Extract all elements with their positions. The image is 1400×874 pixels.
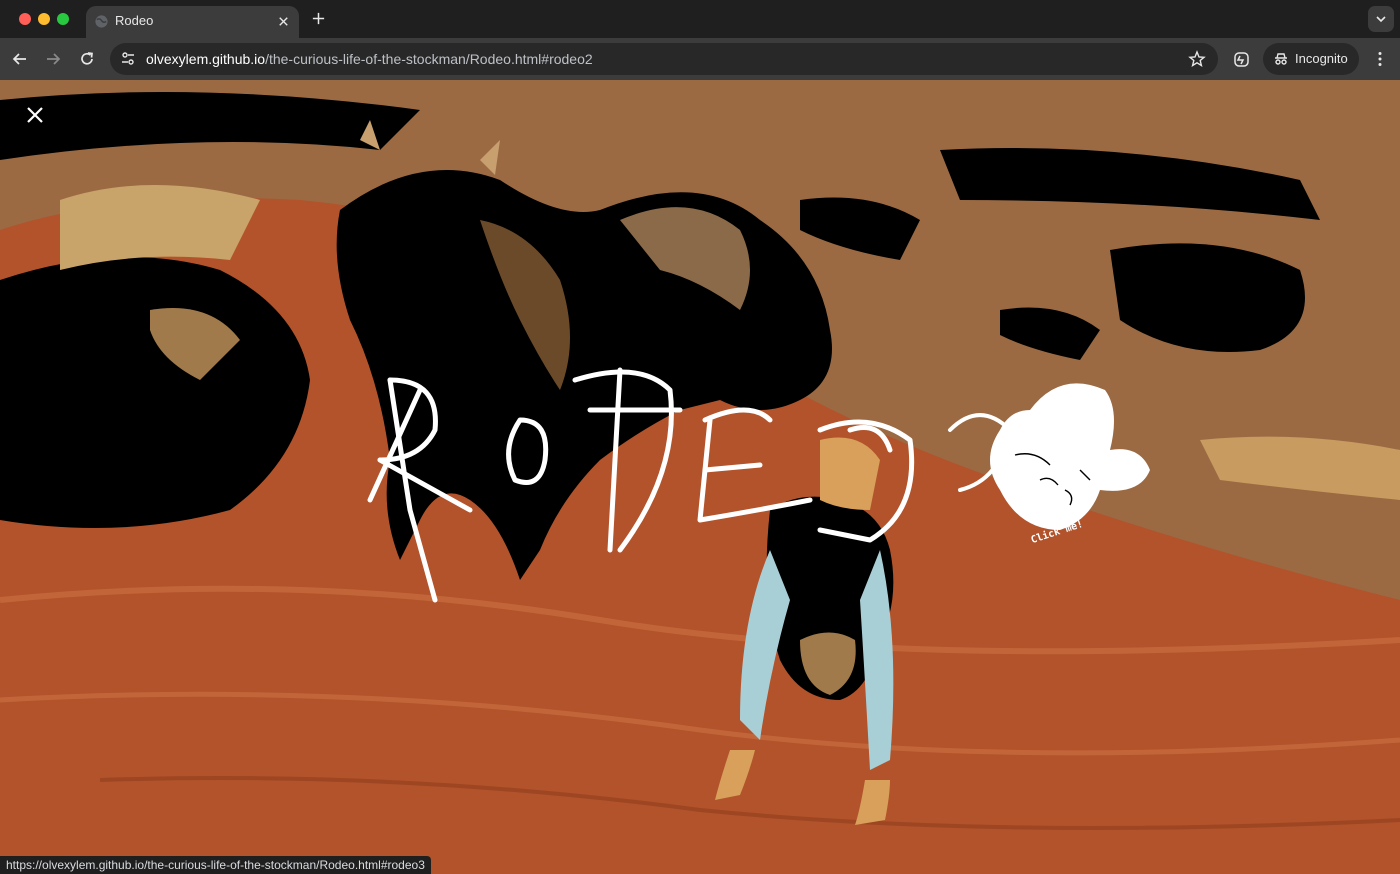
extension-icon[interactable] <box>1232 50 1251 69</box>
url-path: /the-curious-life-of-the-stockman/Rodeo.… <box>265 51 593 67</box>
url-host: olvexylem.github.io <box>146 51 266 67</box>
incognito-indicator[interactable]: Incognito <box>1263 43 1359 75</box>
new-tab-icon[interactable] <box>311 11 326 26</box>
incognito-icon <box>1275 53 1287 65</box>
window-maximize-button[interactable] <box>57 13 69 25</box>
bookmark-star-icon[interactable] <box>1188 50 1206 68</box>
browser-tab[interactable]: Rodeo <box>86 6 299 38</box>
incognito-label: Incognito <box>1295 51 1348 66</box>
close-icon[interactable] <box>24 104 46 126</box>
tab-title: Rodeo <box>115 13 154 28</box>
browser-toolbar: olvexylem.github.io/the-curious-life-of-… <box>0 38 1400 80</box>
close-tab-icon[interactable] <box>276 14 291 29</box>
rodeo-title-artwork <box>367 367 915 603</box>
cowboy-hat-icon[interactable] <box>940 370 1170 570</box>
back-arrow-icon[interactable] <box>11 50 29 68</box>
rodeo-page: Click me! https://olvexylem.github.io/th… <box>0 80 1400 874</box>
site-info-icon[interactable] <box>119 50 137 68</box>
window-close-button[interactable] <box>19 13 31 25</box>
reload-icon[interactable] <box>78 50 96 68</box>
tab-search-button[interactable] <box>1368 6 1394 32</box>
address-bar[interactable]: olvexylem.github.io/the-curious-life-of-… <box>110 43 1218 75</box>
tab-bar: Rodeo <box>0 0 1400 38</box>
status-url-bar: https://olvexylem.github.io/the-curious-… <box>0 856 431 874</box>
globe-icon <box>95 15 108 28</box>
url-text: olvexylem.github.io/the-curious-life-of-… <box>146 51 593 67</box>
more-menu-icon[interactable] <box>1371 50 1389 68</box>
forward-arrow-icon[interactable] <box>44 50 62 68</box>
window-minimize-button[interactable] <box>38 13 50 25</box>
chevron-down-icon <box>1376 16 1386 23</box>
